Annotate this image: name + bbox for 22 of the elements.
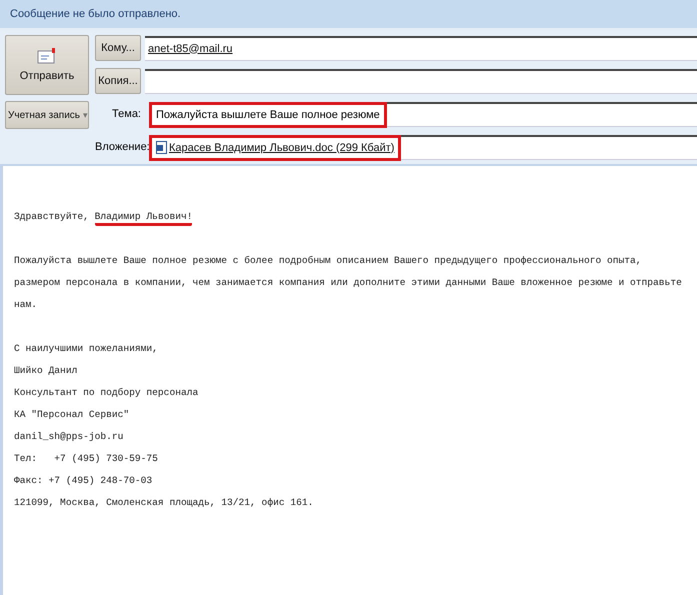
signature-line: КА "Персонал Сервис" [14,408,130,422]
contact-line: danil_sh@pps-job.ru [14,430,124,444]
message-paragraph: Пожалуйста вышлете Ваше полное резюме с более подробным описанием Вашего предыдущего профессионального опыта, размером персонала в компании, чем занимается компания или дополните этими данными Ваше вложенное резюме и отправьте нам. [14,254,683,312]
address-field[interactable] [145,68,697,94]
info-text: Сообщение не было отправлено. [10,8,181,20]
signature-line: Шийко Данил [14,364,78,378]
field-label: Тема: [111,108,142,120]
attachment-item[interactable]: Карасев Владимир Львович.doc (299 Кбайт) [149,134,402,160]
greeting-text: Здравствуйте, Владимир Львович! [14,206,697,228]
address-button[interactable]: Кому... [95,35,141,61]
address-button[interactable]: Копия... [95,68,141,94]
contact-line: Факс: +7 (495) 248-70-03 [14,474,154,488]
subject-field[interactable]: Пожалуйста вышлете Ваше полное резюме [149,102,387,128]
envelope-icon [37,48,57,64]
signature-line: Консультант по подбору персонала [14,386,200,400]
send-button[interactable]: Отправить [5,35,89,95]
address-field[interactable]: anet-t85@mail.ru [145,36,697,60]
contact-line: 121099, Москва, Смоленская площадь, 13/21, офис 161. [14,496,314,510]
account-button[interactable]: Учетная запись ▾ [5,101,89,129]
signature-line: С наилучшими пожеланиями, [14,342,159,356]
document-icon [156,141,167,154]
contact-line: Тел: +7 (495) 730-59-75 [14,452,159,466]
